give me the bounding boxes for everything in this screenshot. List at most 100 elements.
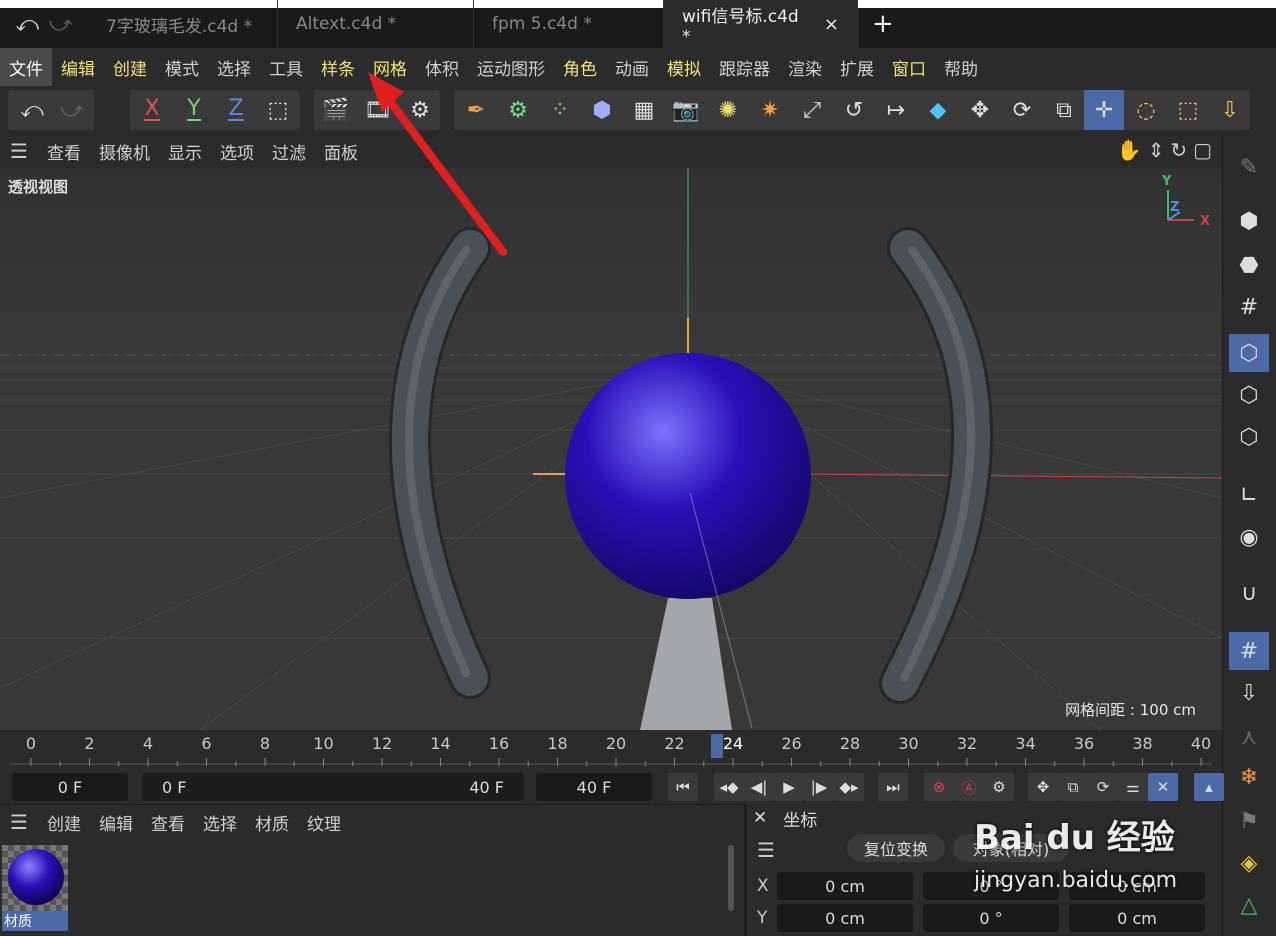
material-menu-edit[interactable]: 编辑 bbox=[90, 810, 142, 835]
edge-mode-icon[interactable]: ⬡ bbox=[1229, 376, 1269, 414]
material-menu-view[interactable]: 查看 bbox=[142, 810, 194, 835]
coordinates-hamburger-icon[interactable]: ☰ bbox=[747, 838, 785, 862]
dolly-arrows-icon[interactable]: ⇕ bbox=[1148, 138, 1165, 162]
menu-mesh[interactable]: 网格 bbox=[364, 48, 416, 86]
viewport-menu-view[interactable]: 查看 bbox=[38, 139, 90, 164]
position-x-field[interactable]: 0 cm bbox=[777, 872, 913, 900]
menu-extensions[interactable]: 扩展 bbox=[831, 48, 883, 86]
viewport-menu-options[interactable]: 选项 bbox=[211, 139, 263, 164]
tab-document-2[interactable]: Altext.c4d * bbox=[278, 0, 474, 48]
maximize-icon[interactable]: ▢ bbox=[1193, 138, 1212, 162]
record-icon[interactable]: ⊗ bbox=[924, 773, 954, 801]
size-y-field[interactable]: 0 cm bbox=[1069, 904, 1205, 932]
perspective-viewport[interactable]: 透视视图 Y Z X 网格间距 : 100 cm bbox=[0, 168, 1222, 730]
undo-icon[interactable]: ⤺ bbox=[15, 12, 39, 37]
make-editable-icon[interactable]: ⬢ bbox=[1229, 202, 1269, 240]
model-mode-icon[interactable]: ⬣ bbox=[1229, 246, 1269, 284]
menu-select[interactable]: 选择 bbox=[208, 48, 260, 86]
material-hamburger-icon[interactable]: ☰ bbox=[0, 810, 38, 834]
menu-file[interactable]: 文件 bbox=[0, 48, 52, 86]
position-y-field[interactable]: 0 cm bbox=[777, 904, 913, 932]
live-selection-icon[interactable]: ◌ bbox=[1126, 90, 1166, 130]
x-axis-lock-button[interactable]: X bbox=[132, 90, 172, 130]
rotate-tool-icon[interactable]: ⟳ bbox=[1002, 90, 1042, 130]
ik-icon[interactable]: ⋏ bbox=[1229, 718, 1269, 756]
script-icon[interactable]: ◈ bbox=[1229, 844, 1269, 882]
solo-mode-icon[interactable]: ◉ bbox=[1229, 518, 1269, 556]
menu-character[interactable]: 角色 bbox=[554, 48, 606, 86]
orbit-icon[interactable]: ↻ bbox=[1170, 138, 1187, 162]
menu-help[interactable]: 帮助 bbox=[935, 48, 987, 86]
cloner-icon[interactable]: ⁘ bbox=[540, 90, 580, 130]
auto-key-icon[interactable]: Ⓐ bbox=[954, 773, 984, 801]
render-picture-viewer-icon[interactable]: 🎞 bbox=[358, 90, 398, 130]
menu-tools[interactable]: 工具 bbox=[260, 48, 312, 86]
menu-mograph[interactable]: 运动图形 bbox=[468, 48, 554, 86]
light-icon[interactable]: ✺ bbox=[708, 90, 748, 130]
tab-document-3[interactable]: fpm 5.c4d * bbox=[474, 0, 664, 48]
flag-icon[interactable]: ⚑ bbox=[1229, 802, 1269, 840]
material-scrollbar[interactable] bbox=[728, 845, 734, 911]
key-param-icon[interactable]: ⚌ bbox=[1118, 773, 1148, 801]
floor-grid-icon[interactable]: ▦ bbox=[624, 90, 664, 130]
menu-tracker[interactable]: 跟踪器 bbox=[710, 48, 779, 86]
deformer-icon[interactable]: ⬢ bbox=[582, 90, 622, 130]
key-rotation-icon[interactable]: ⟳ bbox=[1088, 773, 1118, 801]
start-frame-field[interactable]: 0 F bbox=[12, 773, 128, 801]
cube-object-icon[interactable]: ◆ bbox=[918, 90, 958, 130]
end-frame-field[interactable]: 40 F bbox=[536, 773, 652, 801]
menu-window[interactable]: 窗口 bbox=[883, 48, 935, 86]
polygon-mode-icon[interactable]: ⬡ bbox=[1229, 418, 1269, 456]
snap-grid-icon[interactable]: # bbox=[1229, 632, 1269, 670]
play-icon[interactable]: ▶ bbox=[774, 773, 804, 801]
go-to-end-icon[interactable]: ⏭ bbox=[878, 773, 908, 801]
viewport-menu-panel[interactable]: 面板 bbox=[315, 139, 367, 164]
pan-hand-icon[interactable]: ✋ bbox=[1117, 138, 1142, 162]
prev-key-icon[interactable]: ◂◆ bbox=[714, 773, 744, 801]
reset-transform-button[interactable]: 复位变换 bbox=[847, 834, 945, 862]
material-menu-texture[interactable]: 纹理 bbox=[298, 810, 350, 835]
triangle-icon[interactable]: △ bbox=[1229, 886, 1269, 924]
loop-selection-icon[interactable]: ⇩ bbox=[1210, 90, 1250, 130]
menu-simulate[interactable]: 模拟 bbox=[658, 48, 710, 86]
tab-document-1[interactable]: 7字玻璃毛发.c4d * bbox=[88, 0, 278, 48]
prev-frame-icon[interactable]: ◀| bbox=[744, 773, 774, 801]
pen-icon[interactable]: ✒ bbox=[456, 90, 496, 130]
close-panel-icon[interactable]: ✕ bbox=[753, 808, 767, 828]
coordinate-system-icon[interactable]: ⬚ bbox=[258, 90, 298, 130]
menu-create[interactable]: 创建 bbox=[104, 48, 156, 86]
material-menu-select[interactable]: 选择 bbox=[194, 810, 246, 835]
rotate-axis-icon[interactable]: ↺ bbox=[834, 90, 874, 130]
next-frame-icon[interactable]: |▶ bbox=[804, 773, 834, 801]
snowflake-icon[interactable]: ❄ bbox=[1229, 758, 1269, 796]
menu-edit[interactable]: 编辑 bbox=[52, 48, 104, 86]
timeline-extra-icon[interactable]: ▴ bbox=[1194, 773, 1224, 801]
key-pla-icon[interactable]: ✕ bbox=[1148, 773, 1178, 801]
rotation-y-field[interactable]: 0 ° bbox=[923, 904, 1059, 932]
menu-animate[interactable]: 动画 bbox=[606, 48, 658, 86]
scale-axis-icon[interactable]: ⤢ bbox=[792, 90, 832, 130]
render-settings-icon[interactable]: ⚙ bbox=[400, 90, 440, 130]
material-menu-material[interactable]: 材质 bbox=[246, 810, 298, 835]
go-to-start-icon[interactable]: ⏮ bbox=[668, 773, 698, 801]
snap-down-icon[interactable]: ⇩ bbox=[1229, 674, 1269, 712]
next-key-icon[interactable]: ◆▸ bbox=[834, 773, 864, 801]
effector-icon[interactable]: ✷ bbox=[750, 90, 790, 130]
range-slider[interactable]: 0 F 40 F bbox=[142, 773, 524, 801]
undo-icon[interactable]: ⤺ bbox=[12, 90, 52, 130]
move-axis-icon[interactable]: ↦ bbox=[876, 90, 916, 130]
key-position-icon[interactable]: ✥ bbox=[1028, 773, 1058, 801]
rectangle-selection-icon[interactable]: ⬚ bbox=[1168, 90, 1208, 130]
cube-generator-icon[interactable]: ⚙ bbox=[498, 90, 538, 130]
timeline-playhead[interactable] bbox=[711, 734, 723, 758]
point-mode-icon[interactable]: ⬡ bbox=[1229, 334, 1269, 372]
menu-mode[interactable]: 模式 bbox=[156, 48, 208, 86]
move-selected-icon[interactable]: ✛ bbox=[1084, 90, 1124, 130]
material-menu-create[interactable]: 创建 bbox=[38, 810, 90, 835]
menu-render[interactable]: 渲染 bbox=[779, 48, 831, 86]
magnet-icon[interactable]: ∪ bbox=[1229, 574, 1269, 612]
close-tab-icon[interactable]: × bbox=[824, 14, 839, 35]
redo-icon[interactable]: ⤻ bbox=[49, 12, 73, 37]
tab-document-active[interactable]: wifi信号标.c4d * × bbox=[664, 0, 858, 48]
axis-mode-icon[interactable]: ∟ bbox=[1229, 476, 1269, 514]
